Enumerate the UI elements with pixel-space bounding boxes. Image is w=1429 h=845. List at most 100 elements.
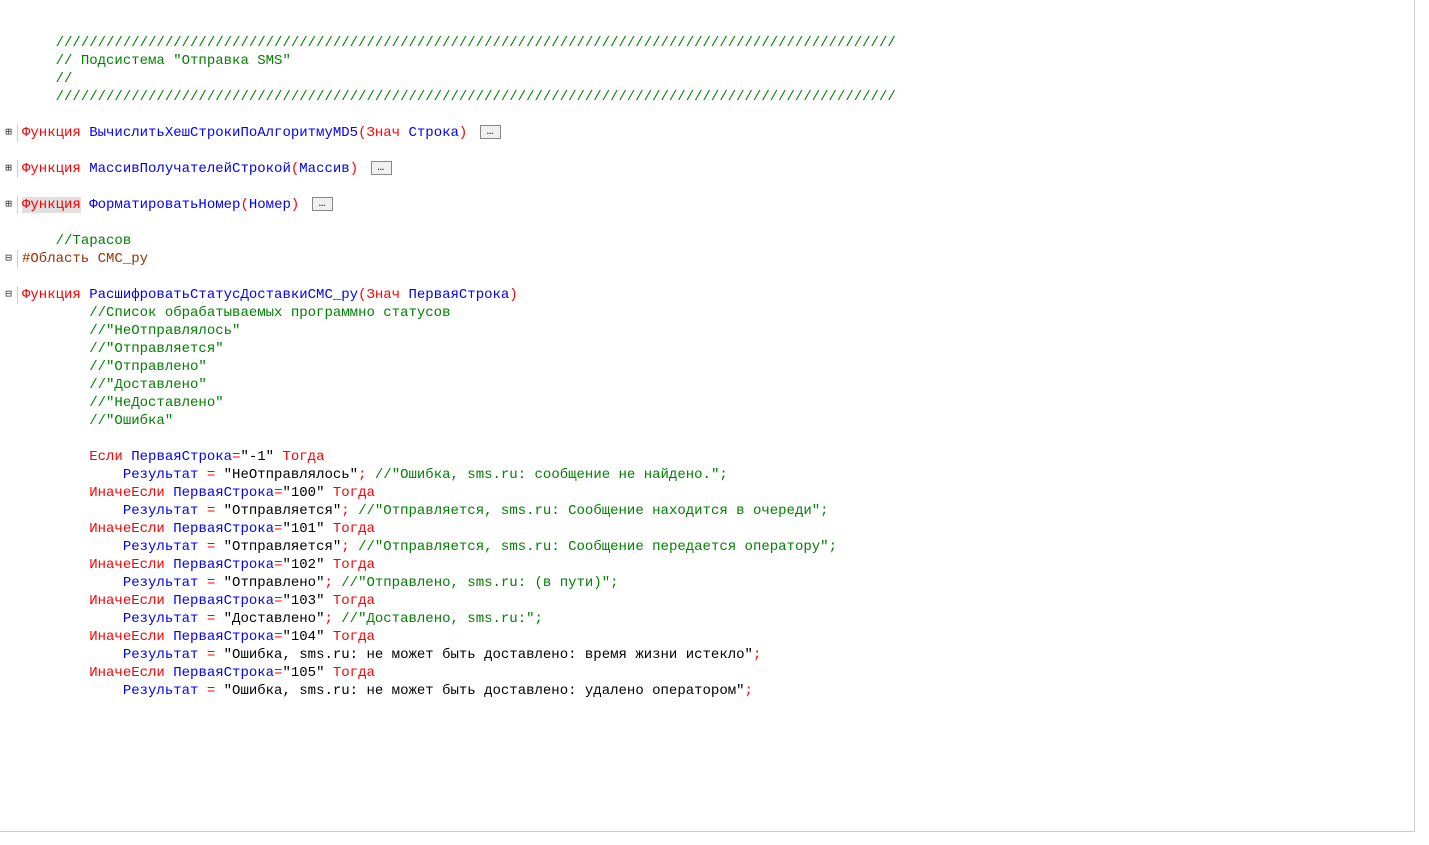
code-line[interactable]: ⊞Функция ВычислитьХешСтрокиПоАлгоритмуMD… [0,124,1414,142]
token-operator: ; [341,539,349,555]
token-keyword: ИначеЕсли [89,557,173,573]
code-line[interactable]: ⊞Функция ФорматироватьНомер(Номер) … [0,196,1414,214]
token-string: "104" [282,629,324,645]
code-line[interactable]: Результат = "Отправляется"; //"Отправляе… [0,538,1414,556]
code-line[interactable]: // Подсистема "Отправка SMS" [0,52,1414,70]
token-string: "Доставлено" [215,611,324,627]
code-line[interactable] [0,142,1414,160]
token-keyword: Тогда [324,485,374,501]
code-line[interactable]: //"Ошибка" [0,412,1414,430]
code-line[interactable]: ////////////////////////////////////////… [0,88,1414,106]
code-line[interactable]: //"Доставлено" [0,376,1414,394]
code-content: Результат = "Отправляется"; //"Отправляе… [18,538,1414,556]
code-line[interactable] [0,268,1414,286]
token-identifier: Результат [123,467,207,483]
code-line[interactable]: //Тарасов [0,232,1414,250]
code-line[interactable]: ⊟#Область СМС_ру [0,250,1414,268]
token-identifier: Массив [299,161,349,177]
token-identifier: Результат [123,503,207,519]
token-operator: = [207,683,215,699]
code-line[interactable]: Результат = "Ошибка, sms.ru: не может бы… [0,646,1414,664]
fold-gutter[interactable]: ⊟ [0,250,18,268]
code-content: Результат = "Отправляется"; //"Отправляе… [18,502,1414,520]
fold-marker-icon[interactable]: … [312,197,334,211]
token-comment: ////////////////////////////////////////… [56,89,896,105]
code-line[interactable] [0,178,1414,196]
code-line[interactable]: Результат = "Отправлено"; //"Отправлено,… [0,574,1414,592]
token-comment: //"Отправляется" [89,341,223,357]
token-string: "Ошибка, sms.ru: не может быть доставлен… [215,647,753,663]
code-line[interactable]: //"Отправляется" [0,340,1414,358]
token-keyword: Тогда [324,557,374,573]
code-line[interactable]: ИначеЕсли ПерваяСтрока="102" Тогда [0,556,1414,574]
token-identifier: Строка [408,125,458,141]
code-line[interactable] [0,106,1414,124]
token-identifier: ВычислитьХешСтрокиПоАлгоритмуMD5 [89,125,358,141]
code-line[interactable]: //Список обрабатываемых программно стату… [0,304,1414,322]
code-content: //"Ошибка" [18,412,1414,430]
code-content: ////////////////////////////////////////… [18,34,1414,52]
token-identifier: ПерваяСтрока [408,287,509,303]
fold-gutter[interactable]: ⊟ [0,286,18,304]
code-content: //"НеОтправлялось" [18,322,1414,340]
code-line[interactable]: // [0,70,1414,88]
token-keyword: Функция [22,197,81,213]
token-close-paren: ) [291,197,299,213]
token-identifier: Результат [123,683,207,699]
code-line[interactable]: ⊟Функция РасшифроватьСтатусДоставкиСМС_р… [0,286,1414,304]
code-content: //"Доставлено" [18,376,1414,394]
code-line[interactable]: Если ПерваяСтрока="-1" Тогда [0,448,1414,466]
token-keyword: Если [89,449,131,465]
token-keyword: ИначеЕсли [89,521,173,537]
token-keyword: Функция [22,287,89,303]
token-string: "-1" [240,449,274,465]
token-identifier: Результат [123,647,207,663]
code-line[interactable]: ИначеЕсли ПерваяСтрока="101" Тогда [0,520,1414,538]
code-line[interactable]: ИначеЕсли ПерваяСтрока="105" Тогда [0,664,1414,682]
token-operator: ; [324,575,332,591]
token-string: "Отправляется" [215,539,341,555]
token-comment: //"НеОтправлялось" [89,323,240,339]
token-identifier: РасшифроватьСтатусДоставкиСМС_ру [89,287,358,303]
code-editor[interactable]: ////////////////////////////////////////… [0,0,1415,832]
token-identifier: ПерваяСтрока [173,485,274,501]
token-comment: //"Ошибка" [89,413,173,429]
token-comment: //"Отправляется, sms.ru: Сообщение наход… [350,503,829,519]
token-keyword: Функция [22,161,89,177]
token-comment: // [56,71,73,87]
token-identifier: ФорматироватьНомер [89,197,240,213]
code-content: ////////////////////////////////////////… [18,88,1414,106]
fold-gutter[interactable]: ⊞ [0,124,18,142]
code-content [18,430,1414,448]
code-content: #Область СМС_ру [18,250,1414,268]
code-line[interactable]: ИначеЕсли ПерваяСтрока="103" Тогда [0,592,1414,610]
token-identifier: МассивПолучателейСтрокой [89,161,291,177]
code-line[interactable]: ИначеЕсли ПерваяСтрока="100" Тогда [0,484,1414,502]
code-line[interactable]: ИначеЕсли ПерваяСтрока="104" Тогда [0,628,1414,646]
fold-gutter[interactable]: ⊞ [0,196,18,214]
code-content: //"Отправлено" [18,358,1414,376]
fold-marker-icon[interactable]: … [480,125,502,139]
code-line[interactable]: Результат = "Доставлено"; //"Доставлено,… [0,610,1414,628]
token-comment: //Тарасов [56,233,132,249]
code-line[interactable]: Результат = "Ошибка, sms.ru: не может бы… [0,682,1414,700]
code-content: //Тарасов [18,232,1414,250]
code-line[interactable] [0,430,1414,448]
code-content: Функция ВычислитьХешСтрокиПоАлгоритмуMD5… [18,124,1414,142]
fold-marker-icon[interactable]: … [371,161,393,175]
fold-gutter[interactable]: ⊞ [0,160,18,178]
token-operator: ; [341,503,349,519]
code-line[interactable]: ⊞Функция МассивПолучателейСтрокой(Массив… [0,160,1414,178]
code-line[interactable]: //"Отправлено" [0,358,1414,376]
code-line[interactable]: //"НеДоставлено" [0,394,1414,412]
code-content: // Подсистема "Отправка SMS" [18,52,1414,70]
token-string: "103" [282,593,324,609]
code-line[interactable]: //"НеОтправлялось" [0,322,1414,340]
token-keyword: Тогда [324,665,374,681]
code-line[interactable]: Результат = "НеОтправлялось"; //"Ошибка,… [0,466,1414,484]
token-open-paren: ( [240,197,248,213]
code-line[interactable]: ////////////////////////////////////////… [0,34,1414,52]
code-line[interactable]: Результат = "Отправляется"; //"Отправляе… [0,502,1414,520]
token-comment: // Подсистема "Отправка SMS" [56,53,291,69]
code-line[interactable] [0,214,1414,232]
